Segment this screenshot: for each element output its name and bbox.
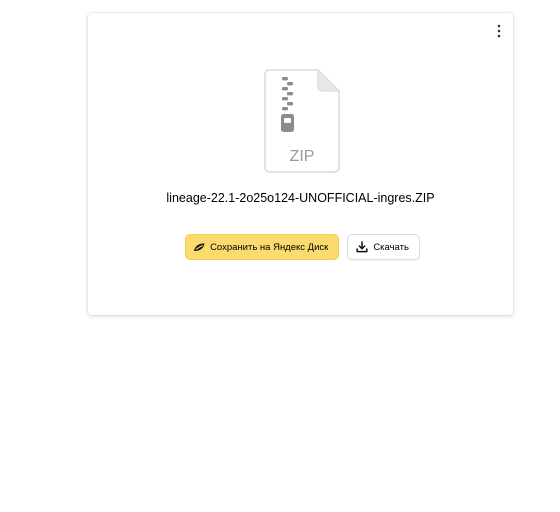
download-button[interactable]: Скачать bbox=[347, 234, 420, 260]
more-menu-button[interactable] bbox=[491, 21, 507, 41]
download-icon bbox=[355, 240, 369, 254]
zip-file-icon: ZIP bbox=[262, 68, 342, 173]
download-button-label: Скачать bbox=[373, 241, 409, 253]
more-vertical-icon bbox=[497, 24, 501, 38]
file-actions: Сохранить на Яндекс Диск Скачать bbox=[88, 234, 513, 260]
save-button-label: Сохранить на Яндекс Диск bbox=[210, 241, 329, 253]
save-to-yandex-disk-button[interactable]: Сохранить на Яндекс Диск bbox=[185, 234, 340, 260]
yandex-disk-icon bbox=[192, 240, 206, 254]
file-name: lineage-22.1-2o25o124-UNOFFICIAL-ingres.… bbox=[166, 191, 435, 205]
file-type-label: ZIP bbox=[290, 148, 315, 165]
file-preview-card: ZIP lineage-22.1-2o25o124-UNOFFICIAL-ing… bbox=[88, 13, 513, 315]
